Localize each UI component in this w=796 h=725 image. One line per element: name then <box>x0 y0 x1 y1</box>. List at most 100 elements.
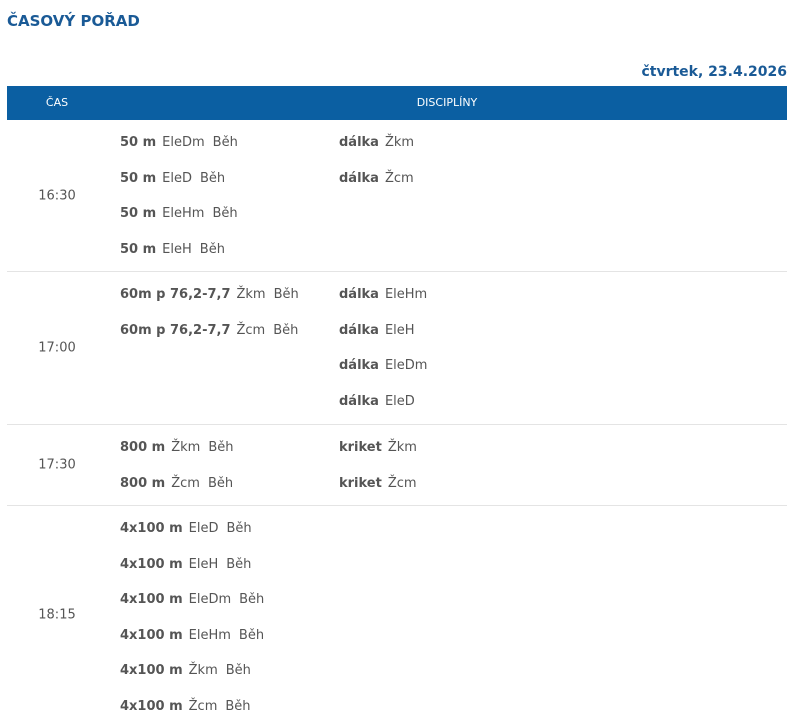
discipline-type: Běh <box>212 135 238 150</box>
schedule-header: ČAS DISCIPLÍNY <box>7 86 787 120</box>
discipline-item[interactable]: dálka EleD <box>339 384 435 420</box>
discipline-name: 4x100 m <box>120 521 183 536</box>
discipline-item[interactable]: 4x100 m Žkm Běh <box>120 653 264 689</box>
discipline-column-right: dálka Žkm dálka Žcm <box>339 125 422 196</box>
discipline-category: EleD <box>384 393 415 409</box>
discipline-category: Žkm <box>387 440 417 455</box>
discipline-name: 800 m <box>120 475 166 491</box>
discipline-name: 50 m <box>120 206 157 222</box>
row-time: 18:15 <box>38 607 76 622</box>
discipline-type: Běh <box>225 663 251 679</box>
discipline-category: EleHm <box>384 287 428 302</box>
discipline-type: Běh <box>199 241 225 257</box>
discipline-item[interactable]: kriket Žcm <box>339 466 425 502</box>
discipline-name: 800 m <box>120 440 166 455</box>
discipline-name: kriket <box>339 475 382 491</box>
schedule-table: 16:30 50 m EleDm Běh 50 m EleD Běh 50 m EleHm Běh… <box>7 120 787 723</box>
discipline-item[interactable]: 50 m EleD Běh <box>120 161 238 197</box>
discipline-item[interactable]: 50 m EleH Běh <box>120 232 238 268</box>
discipline-type: Běh <box>226 521 252 536</box>
discipline-name: 60m p 76,2-7,7 <box>120 287 231 302</box>
discipline-type: Běh <box>273 287 299 302</box>
row-time: 16:30 <box>38 188 76 203</box>
discipline-name: 60m p 76,2-7,7 <box>120 322 231 338</box>
discipline-name: dálka <box>339 393 379 409</box>
schedule-row: 16:30 50 m EleDm Běh 50 m EleD Běh 50 m EleHm Běh… <box>7 120 787 272</box>
discipline-name: dálka <box>339 287 379 302</box>
discipline-category: EleDm <box>188 592 232 608</box>
discipline-category: Žcm <box>188 698 218 714</box>
discipline-column-left: 60m p 76,2-7,7 Žkm Běh 60m p 76,2-7,7 Žcm Běh <box>120 277 299 348</box>
discipline-column-right: dálka EleHm dálka EleH dálka EleDm dálka EleD <box>339 277 435 419</box>
discipline-category: EleD <box>188 521 219 536</box>
discipline-category: Žkm <box>384 135 415 150</box>
discipline-category: Žcm <box>384 170 414 186</box>
header-disciplines: DISCIPLÍNY <box>416 96 478 109</box>
discipline-item[interactable]: 50 m EleDm Běh <box>120 125 238 161</box>
discipline-item[interactable]: dálka EleHm <box>339 277 435 313</box>
discipline-item[interactable]: dálka EleDm <box>339 348 435 384</box>
discipline-type: Běh <box>226 556 252 572</box>
discipline-item[interactable]: dálka Žkm <box>339 125 422 161</box>
discipline-name: 50 m <box>120 241 157 257</box>
schedule-date: čtvrtek, 23.4.2026 <box>641 64 787 80</box>
discipline-name: 4x100 m <box>120 663 183 679</box>
discipline-column-left: 800 m Žkm Běh 800 m Žcm Běh <box>120 430 233 501</box>
discipline-category: EleH <box>188 556 219 572</box>
discipline-type: Běh <box>238 627 265 643</box>
discipline-item[interactable]: kriket Žkm <box>339 430 425 466</box>
schedule-row: 17:00 60m p 76,2-7,7 Žkm Běh 60m p 76,2-7,7 Ž… <box>7 272 787 425</box>
discipline-name: 4x100 m <box>120 592 183 608</box>
discipline-column-right: kriket Žkm kriket Žcm <box>339 430 425 501</box>
discipline-column-left: 50 m EleDm Běh 50 m EleD Běh 50 m EleHm Běh 50 m E… <box>120 125 238 267</box>
discipline-item[interactable]: 4x100 m EleH Běh <box>120 547 264 583</box>
discipline-type: Běh <box>212 206 238 222</box>
discipline-name: dálka <box>339 170 379 186</box>
discipline-name: kriket <box>339 440 382 455</box>
discipline-category: Žkm <box>236 287 266 302</box>
discipline-name: dálka <box>339 358 379 374</box>
discipline-item[interactable]: 50 m EleHm Běh <box>120 196 238 232</box>
discipline-category: Žcm <box>387 475 417 491</box>
discipline-item[interactable]: dálka Žcm <box>339 161 422 197</box>
page-title: ČASOVÝ POŘAD <box>7 12 140 30</box>
header-time: ČAS <box>45 96 69 109</box>
discipline-type: Běh <box>208 440 234 455</box>
discipline-item[interactable]: 4x100 m Žcm Běh <box>120 689 264 725</box>
row-time: 17:30 <box>38 457 76 473</box>
discipline-name: dálka <box>339 322 379 338</box>
discipline-category: EleDm <box>162 135 205 150</box>
discipline-name: dálka <box>339 135 379 150</box>
discipline-column-left: 4x100 m EleD Běh 4x100 m EleH Běh 4x100 m EleDm… <box>120 511 264 725</box>
discipline-category: EleHm <box>162 206 205 222</box>
discipline-category: EleD <box>162 170 193 186</box>
discipline-name: 4x100 m <box>120 627 183 643</box>
discipline-item[interactable]: 60m p 76,2-7,7 Žkm Běh <box>120 277 299 313</box>
schedule-row: 17:30 800 m Žkm Běh 800 m Žcm Běh kriket Žkm krik… <box>7 425 787 506</box>
discipline-item[interactable]: 4x100 m EleD Běh <box>120 511 264 547</box>
discipline-type: Běh <box>225 698 251 714</box>
discipline-name: 50 m <box>120 170 157 186</box>
discipline-item[interactable]: 4x100 m EleDm Běh <box>120 582 264 618</box>
discipline-name: 50 m <box>120 135 157 150</box>
discipline-name: 4x100 m <box>120 556 183 572</box>
discipline-item[interactable]: 4x100 m EleHm Běh <box>120 618 264 654</box>
discipline-category: Žcm <box>236 322 266 338</box>
discipline-type: Běh <box>239 592 265 608</box>
discipline-item[interactable]: 800 m Žcm Běh <box>120 466 233 502</box>
discipline-type: Běh <box>207 475 234 491</box>
discipline-category: Žkm <box>171 440 201 455</box>
discipline-category: Žkm <box>188 663 218 679</box>
discipline-item[interactable]: dálka EleH <box>339 313 435 349</box>
discipline-category: EleH <box>384 322 415 338</box>
discipline-type: Běh <box>273 322 299 338</box>
discipline-item[interactable]: 800 m Žkm Běh <box>120 430 233 466</box>
discipline-category: EleHm <box>188 627 231 643</box>
discipline-item[interactable]: 60m p 76,2-7,7 Žcm Běh <box>120 313 299 349</box>
discipline-category: EleDm <box>384 358 428 374</box>
discipline-category: EleH <box>162 241 192 257</box>
row-time: 17:00 <box>38 340 76 356</box>
discipline-name: 4x100 m <box>120 698 183 714</box>
schedule-row: 18:15 4x100 m EleD Běh 4x100 m EleH Běh 4x100 m… <box>7 506 787 723</box>
discipline-category: Žcm <box>171 475 200 491</box>
